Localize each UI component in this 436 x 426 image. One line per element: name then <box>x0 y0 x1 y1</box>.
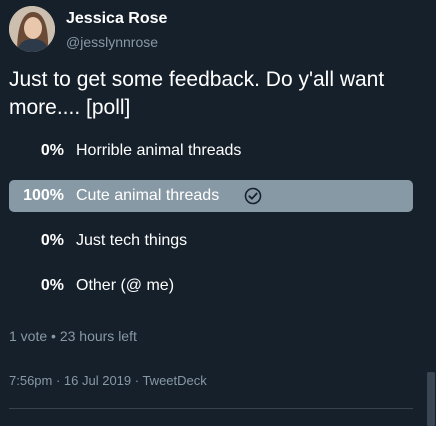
divider <box>9 408 413 409</box>
poll-meta: 1 vote • 23 hours left <box>9 328 137 344</box>
poll-option-percent: 100% <box>23 187 64 204</box>
author-name[interactable]: Jessica Rose <box>66 10 167 28</box>
poll-option-percent: 0% <box>40 277 64 294</box>
avatar[interactable] <box>9 6 55 52</box>
poll-option: 100% Cute animal threads <box>9 180 413 212</box>
poll-option: 0% Horrible animal threads <box>9 135 413 167</box>
author-handle[interactable]: @jesslynnrose <box>66 34 158 50</box>
avatar-image <box>9 6 55 52</box>
tweet-timestamp[interactable]: 7:56pm · 16 Jul 2019 · TweetDeck <box>9 373 207 388</box>
poll-option-label: Horrible animal threads <box>76 142 242 159</box>
tweet-text: Just to get some feedback. Do y'all want… <box>9 68 385 119</box>
scrollbar-thumb[interactable] <box>427 372 435 426</box>
poll-option: 0% Just tech things <box>9 225 413 257</box>
poll-option: 0% Other (@ me) <box>9 270 413 302</box>
check-circle-icon <box>244 187 262 205</box>
tweet: Jessica Rose @jesslynnrose Just to get s… <box>0 0 426 426</box>
poll-option-label: Just tech things <box>76 232 188 249</box>
poll-option-label: Other (@ me) <box>76 277 175 294</box>
poll-option-label: Cute animal threads <box>76 187 220 204</box>
poll-option-percent: 0% <box>40 142 64 159</box>
poll-option-percent: 0% <box>40 232 64 249</box>
scrollbar[interactable] <box>426 0 436 426</box>
